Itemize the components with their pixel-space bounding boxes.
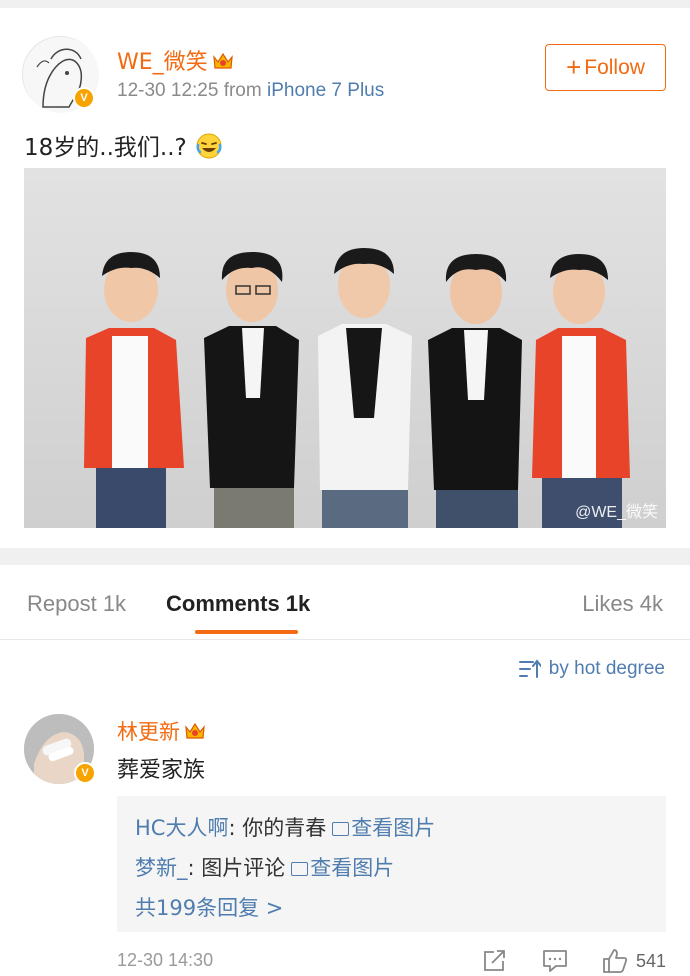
repost-button[interactable] — [482, 949, 508, 973]
laughing-crying-emoji-icon — [196, 133, 222, 159]
sort-label: by hot degree — [548, 658, 665, 679]
crown-icon — [185, 722, 205, 739]
sort-toggle[interactable]: by hot degree — [518, 658, 665, 680]
view-image-label: 查看图片 — [310, 856, 395, 880]
post-tabs: Repost 1k Comments 1k Likes 4k — [0, 565, 690, 640]
comment-footer: 12-30 14:30 541 — [117, 948, 666, 976]
photo-five-people-icon — [24, 168, 666, 528]
post-author[interactable]: WE_微笑 — [117, 44, 234, 76]
plus-icon: + — [566, 52, 582, 82]
reply-text: : 你的青春 — [228, 816, 327, 840]
view-image-label: 查看图片 — [351, 816, 436, 840]
post-author-name[interactable]: WE_微笑 — [117, 50, 208, 75]
top-separator — [0, 0, 690, 8]
image-icon — [332, 822, 350, 836]
post-source-prefix: from — [223, 80, 262, 101]
comment-actions: 541 — [448, 948, 666, 974]
comment-author-name[interactable]: 林更新 — [117, 720, 180, 744]
reply-box[interactable]: HC大人啊: 你的青春 查看图片 梦新_: 图片评论 查看图片 共199条回复 > — [117, 796, 666, 932]
view-image-link[interactable]: 查看图片 — [326, 816, 435, 840]
post-meta: 12-30 12:25 from iPhone 7 Plus — [117, 80, 384, 102]
reply-text: : 图片评论 — [187, 856, 286, 880]
follow-label: Follow — [584, 55, 645, 79]
author-avatar[interactable]: V — [22, 36, 99, 113]
reply-item[interactable]: HC大人啊: 你的青春 查看图片 — [135, 808, 648, 848]
verified-badge-icon: V — [73, 87, 95, 109]
follow-button[interactable]: + Follow — [545, 44, 666, 91]
image-icon — [291, 862, 309, 876]
comment-author[interactable]: 林更新 — [117, 716, 206, 746]
photo-watermark: @WE_微笑 — [575, 504, 658, 521]
verified-badge-icon: V — [74, 762, 96, 784]
view-image-link[interactable]: 查看图片 — [285, 856, 394, 880]
comment-text: 葬爱家族 — [117, 758, 206, 783]
post-text-content: 18岁的..我们..? — [24, 135, 187, 161]
tab-repost[interactable]: Repost 1k — [27, 591, 126, 617]
thumbs-up-icon — [603, 949, 628, 973]
commenter-avatar[interactable]: V — [24, 714, 96, 784]
like-count: 541 — [635, 950, 666, 971]
tab-comments[interactable]: Comments 1k — [166, 591, 310, 617]
reply-author[interactable]: HC大人啊 — [135, 816, 228, 840]
section-divider — [0, 548, 690, 565]
active-tab-indicator — [195, 630, 298, 634]
post-header: V WE_微笑 12-30 12:25 from iPhone 7 Plus +… — [0, 8, 690, 161]
reply-item[interactable]: 梦新_: 图片评论 查看图片 — [135, 848, 648, 888]
tab-likes[interactable]: Likes 4k — [582, 591, 663, 617]
like-button[interactable]: 541 — [602, 948, 666, 974]
post-time: 12-30 12:25 — [117, 80, 219, 101]
comment-icon — [543, 950, 567, 972]
reply-author[interactable]: 梦新_ — [135, 856, 188, 880]
comment-time: 12-30 14:30 — [117, 950, 214, 970]
crown-icon — [212, 52, 233, 69]
post-source[interactable]: iPhone 7 Plus — [267, 80, 384, 101]
post-text: 18岁的..我们..? — [24, 128, 223, 162]
post-photo[interactable]: @WE_微笑 — [24, 168, 666, 528]
sort-icon — [518, 659, 541, 678]
more-replies-link[interactable]: 共199条回复 > — [135, 888, 648, 928]
reply-button[interactable] — [542, 949, 568, 973]
share-icon — [484, 950, 505, 971]
